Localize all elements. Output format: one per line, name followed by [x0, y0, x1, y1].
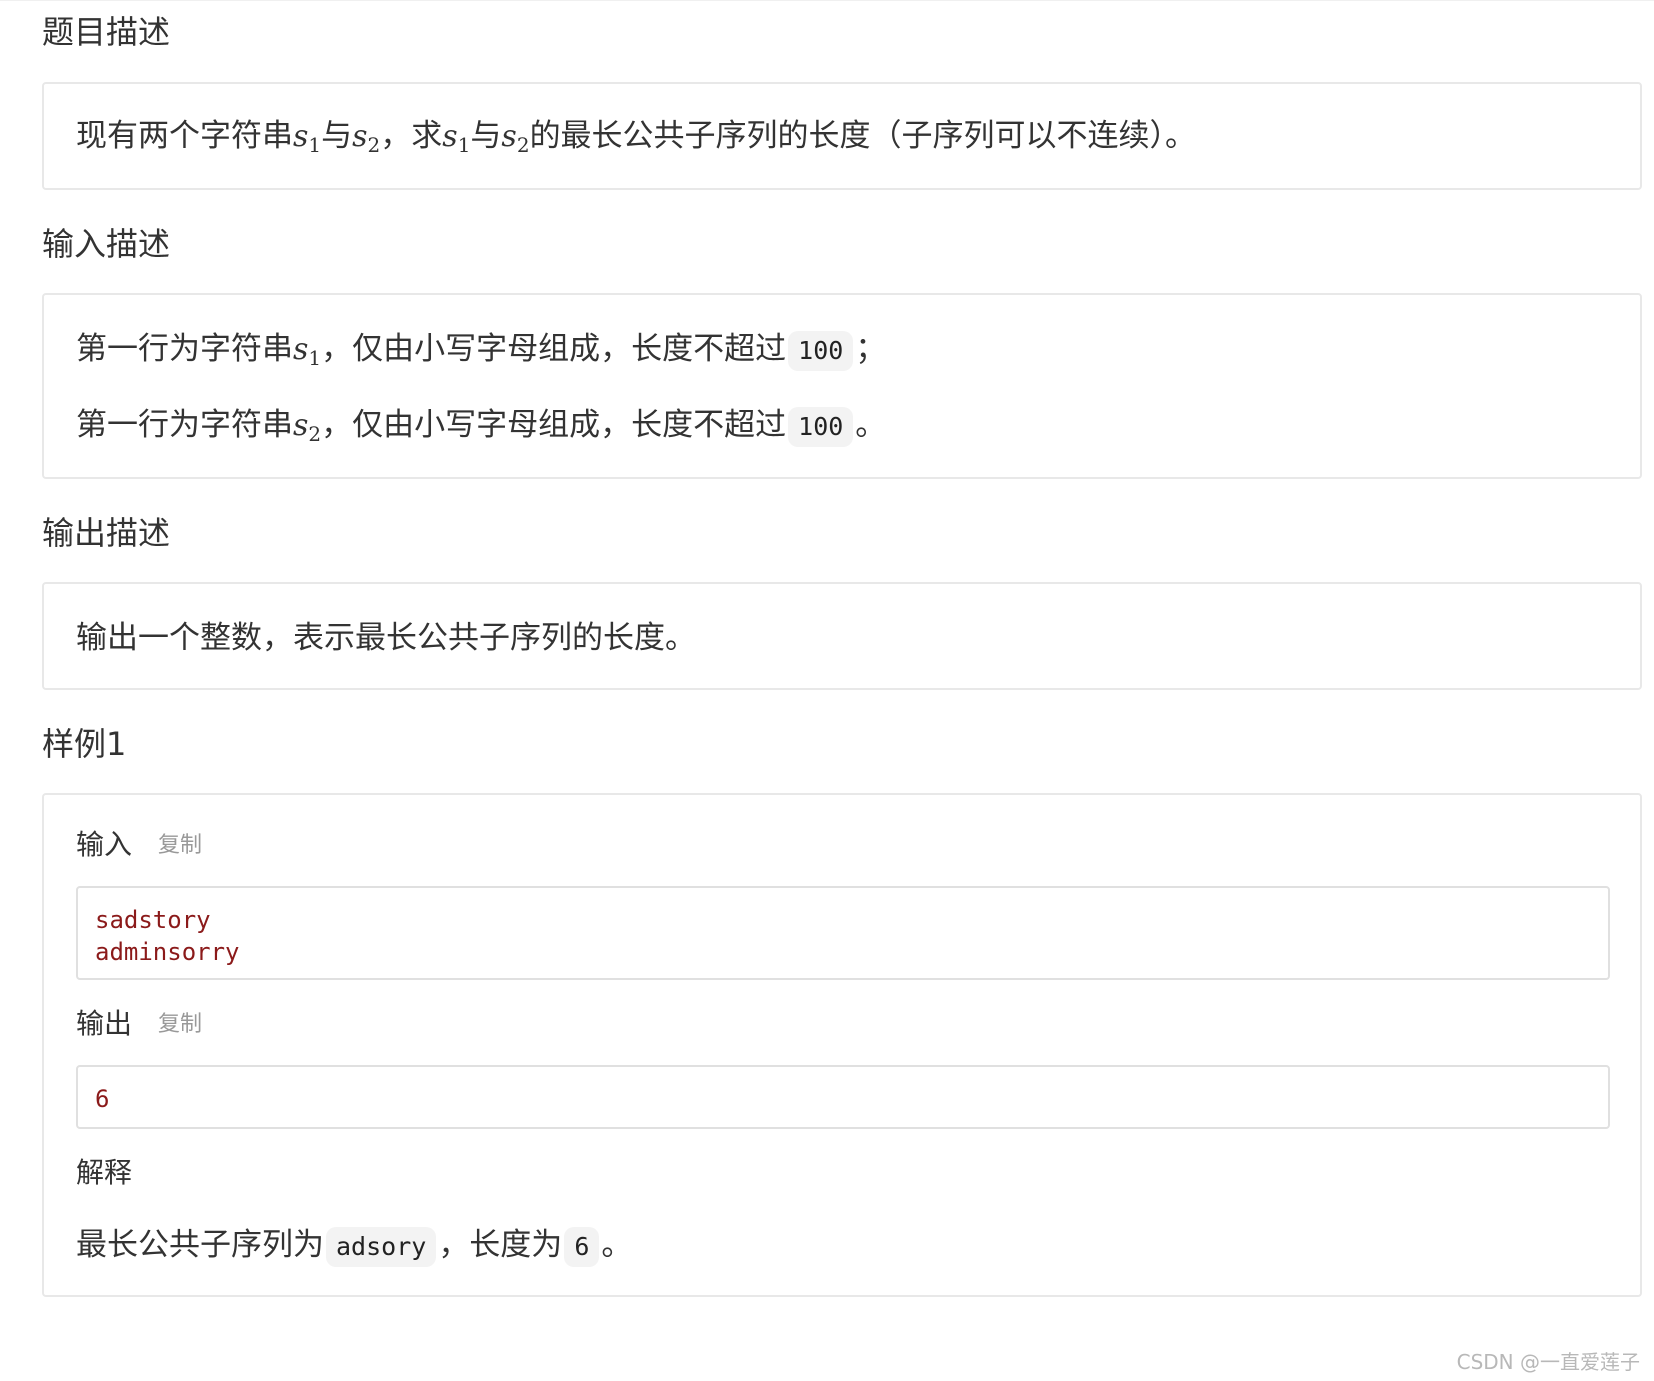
- sample-input-block: sadstory adminsorry: [76, 886, 1610, 980]
- input-description-heading: 输入描述: [42, 225, 171, 263]
- input-line-2: 第一行为字符串s2，仅由小写字母组成，长度不超过 100。: [76, 406, 887, 447]
- sample-output-label: 输出: [76, 1007, 133, 1040]
- inline-code: adsory: [326, 1226, 437, 1267]
- copy-input-button[interactable]: 复制: [158, 828, 202, 864]
- output-description-heading: 输出描述: [42, 514, 171, 552]
- inline-code: 6: [564, 1226, 600, 1267]
- input-description-box: 第一行为字符串s1，仅由小写字母组成，长度不超过 100； 第一行为字符串s2，仅…: [42, 293, 1642, 479]
- sample-output-value: 6: [95, 1085, 110, 1113]
- sample-heading: 样例1: [42, 725, 127, 763]
- sample-input-label: 输入: [76, 828, 133, 861]
- input-line-1: 第一行为字符串s1，仅由小写字母组成，长度不超过 100；: [76, 330, 887, 371]
- description-box: 现有两个字符串s1与s2，求s1与s2的最长公共子序列的长度（子序列可以不连续）…: [42, 82, 1642, 190]
- sample-input-line: sadstory: [95, 906, 211, 934]
- copy-output-button[interactable]: 复制: [158, 1007, 202, 1043]
- sample-output-block: 6: [76, 1065, 1610, 1129]
- output-description-box: 输出一个整数，表示最长公共子序列的长度。: [42, 582, 1642, 690]
- inline-code: 100: [788, 330, 854, 371]
- math-s1: s1: [293, 119, 322, 157]
- explanation-text: 最长公共子序列为 adsory ，长度为 6。: [76, 1225, 632, 1267]
- inline-code: 100: [788, 406, 854, 447]
- output-description-text: 输出一个整数，表示最长公共子序列的长度。: [76, 620, 696, 656]
- sample-input-line: adminsorry: [95, 938, 240, 966]
- sample-box: 输入 复制 sadstory adminsorry 输出 复制 6 解释 最长公…: [42, 793, 1642, 1297]
- math-s1: s1: [442, 119, 471, 157]
- csdn-watermark: CSDN @一直爱莲子: [1456, 1350, 1640, 1374]
- math-s2: s2: [293, 408, 322, 446]
- description-text: 现有两个字符串s1与s2，求s1与s2的最长公共子序列的长度（子序列可以不连续）…: [76, 118, 1197, 157]
- explanation-label: 解释: [76, 1156, 133, 1189]
- top-divider: [0, 0, 1654, 1]
- math-s2: s2: [352, 119, 381, 157]
- math-s1: s1: [293, 332, 322, 370]
- math-s2: s2: [501, 119, 530, 157]
- description-heading: 题目描述: [42, 13, 171, 51]
